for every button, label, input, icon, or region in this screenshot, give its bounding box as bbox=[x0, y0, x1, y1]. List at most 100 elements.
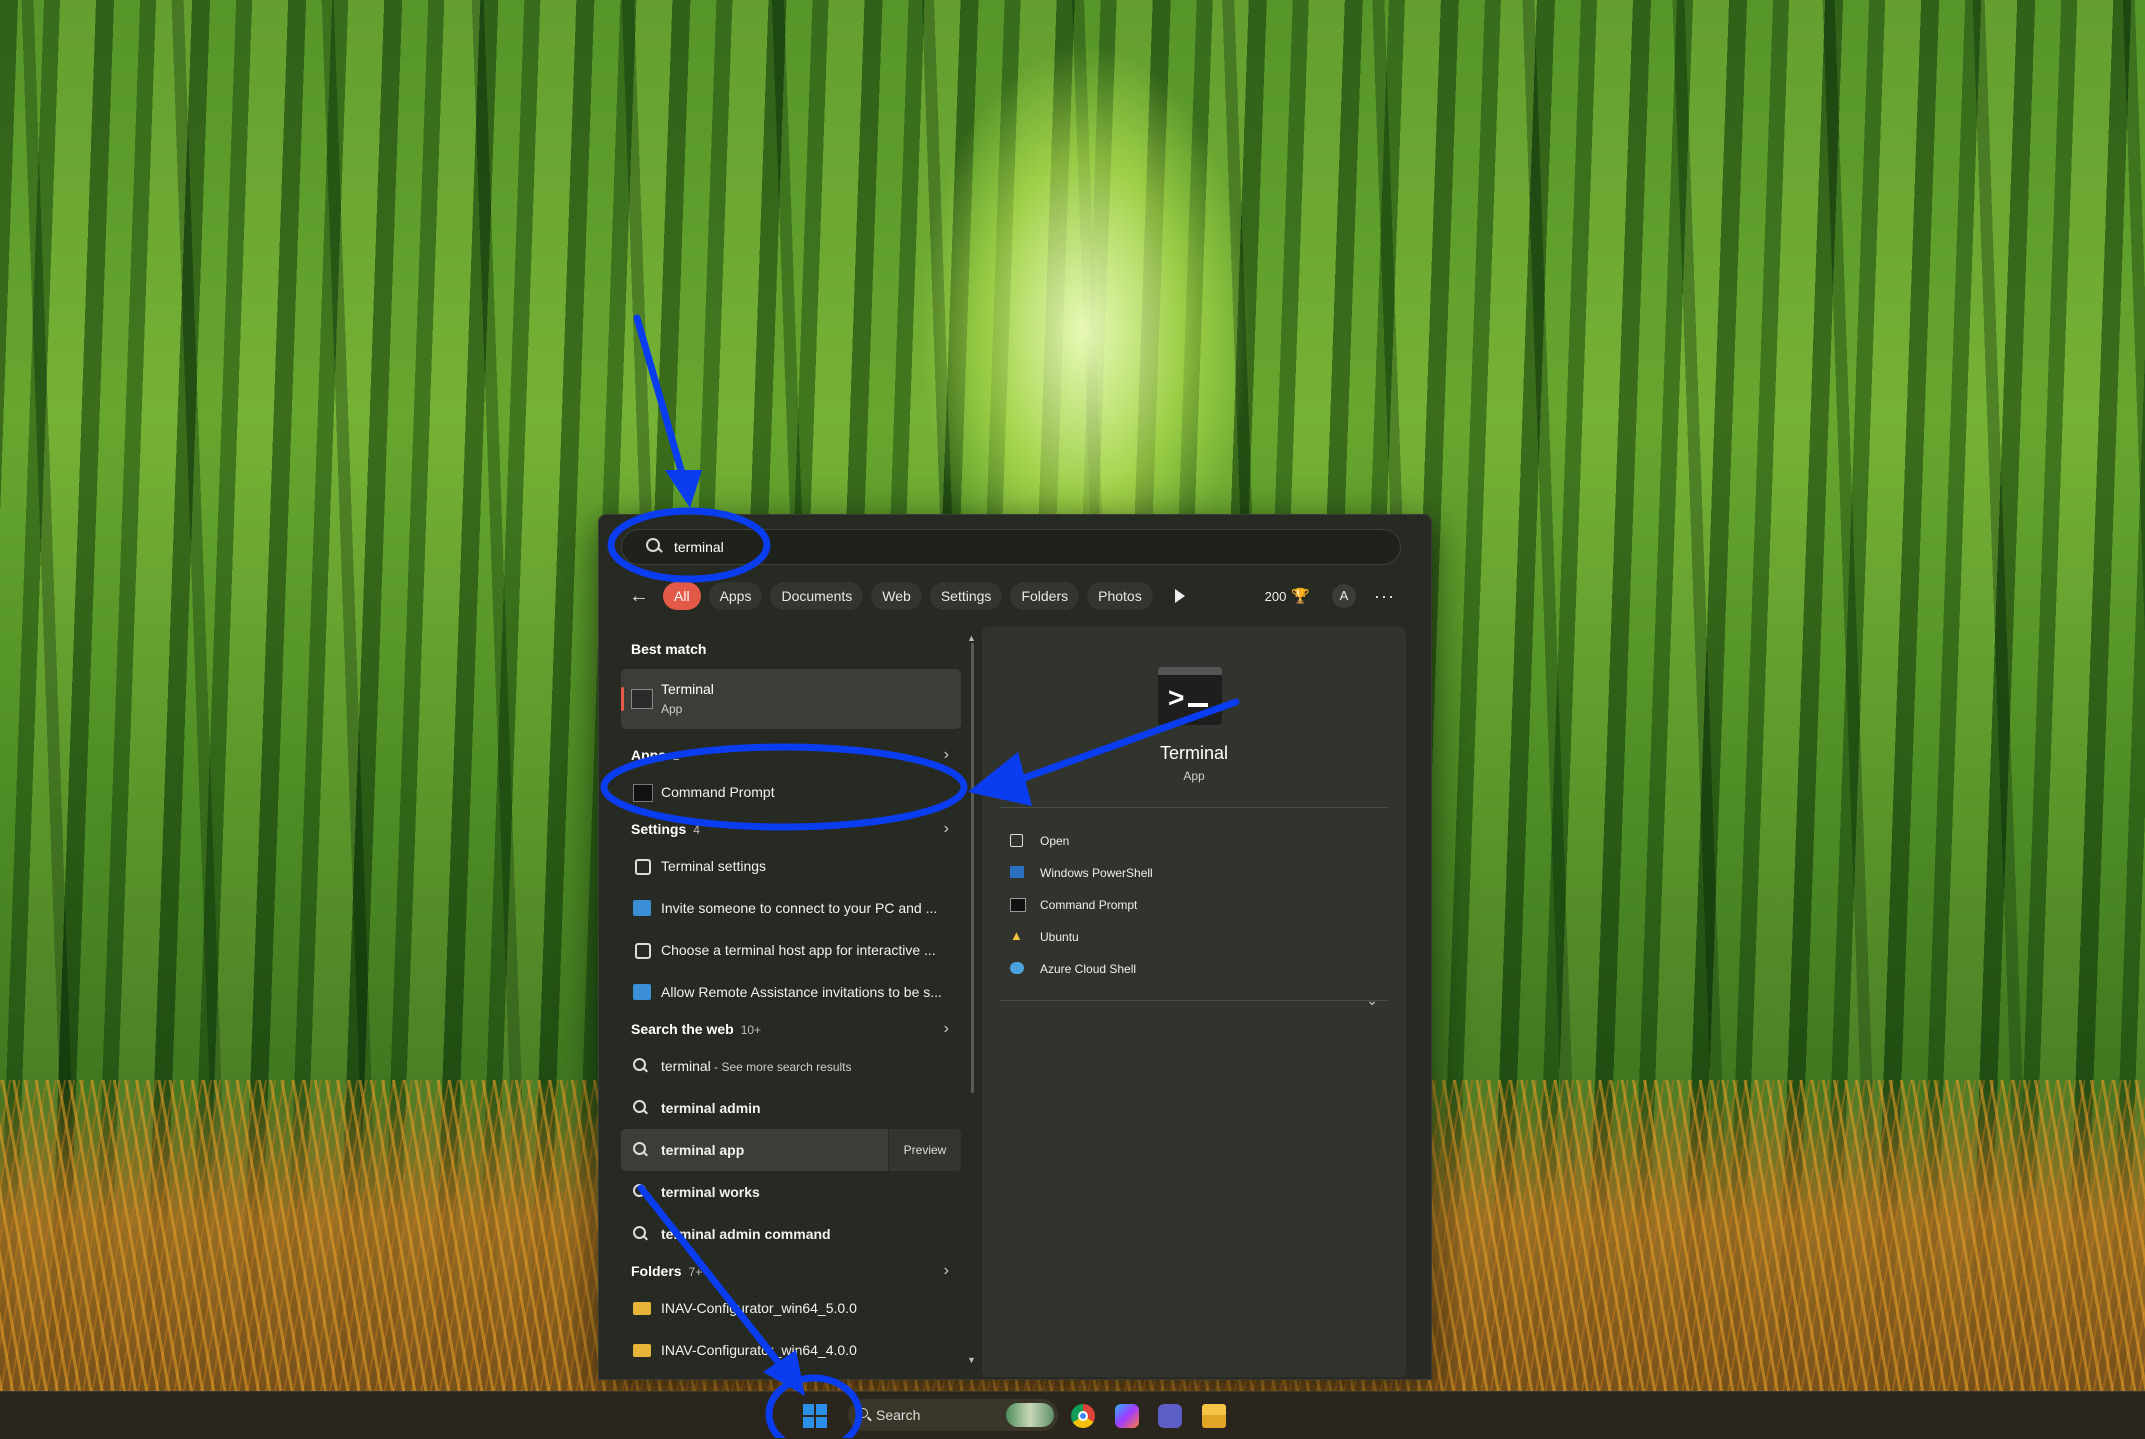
search-box[interactable] bbox=[621, 529, 1401, 565]
file-explorer-icon[interactable] bbox=[1202, 1404, 1226, 1428]
search-icon bbox=[633, 1226, 651, 1242]
best-match-title: Terminal bbox=[661, 681, 714, 697]
section-count: 4 bbox=[693, 823, 700, 837]
section-search-web[interactable]: Search the web 10+ › bbox=[621, 1013, 961, 1045]
action-command-prompt[interactable]: Command Prompt bbox=[1002, 889, 1382, 921]
detail-pane: > Terminal App Open Windows PowerShell C… bbox=[982, 627, 1406, 1377]
filter-apps[interactable]: Apps bbox=[708, 582, 763, 610]
detail-title: Terminal bbox=[1159, 743, 1229, 763]
divider bbox=[1000, 807, 1388, 808]
scroll-up-arrow-icon[interactable]: ▲ bbox=[967, 633, 976, 643]
folder-icon bbox=[633, 1344, 651, 1357]
action-label: Ubuntu bbox=[1040, 930, 1079, 944]
result-remote-assistance[interactable]: Allow Remote Assistance invitations to b… bbox=[621, 971, 961, 1013]
remote-monitor-icon bbox=[633, 984, 651, 1000]
results-scrollbar[interactable] bbox=[971, 643, 974, 1093]
web-hint: - See more search results bbox=[710, 1060, 852, 1074]
result-invite-connect[interactable]: Invite someone to connect to your PC and… bbox=[621, 887, 961, 929]
powershell-icon bbox=[1010, 866, 1024, 878]
search-flyout: ← All Apps Documents Web Settings Folder… bbox=[598, 514, 1432, 1380]
search-highlight-image bbox=[1006, 1403, 1054, 1427]
terminal-icon bbox=[631, 689, 653, 709]
chevron-down-icon[interactable]: ⌄ bbox=[1366, 992, 1378, 1009]
filter-bar: ← All Apps Documents Web Settings Folder… bbox=[629, 581, 1409, 611]
more-filters-play-icon[interactable] bbox=[1174, 589, 1185, 603]
web-result[interactable]: terminal admin command bbox=[621, 1213, 961, 1255]
filter-settings[interactable]: Settings bbox=[929, 582, 1003, 610]
back-arrow-icon[interactable]: ← bbox=[629, 586, 649, 606]
copilot-icon[interactable] bbox=[1115, 1404, 1139, 1428]
account-avatar[interactable]: A bbox=[1332, 584, 1357, 608]
remote-monitor-icon bbox=[633, 900, 651, 916]
teams-icon[interactable] bbox=[1158, 1404, 1182, 1428]
detail-subtitle: App bbox=[1183, 769, 1205, 783]
result-label: Command Prompt bbox=[661, 784, 775, 800]
start-button-windows-icon[interactable] bbox=[803, 1404, 827, 1428]
folder-result[interactable]: INAV-Configurator_win64_5.0.0 bbox=[621, 1287, 961, 1329]
chevron-right-icon: › bbox=[943, 746, 949, 763]
taskbar-search-label: Search bbox=[876, 1407, 921, 1423]
action-label: Windows PowerShell bbox=[1040, 866, 1153, 880]
filter-folders[interactable]: Folders bbox=[1010, 582, 1080, 610]
web-result[interactable]: terminal works bbox=[621, 1171, 961, 1213]
web-result[interactable]: terminal - See more search results bbox=[621, 1045, 961, 1087]
section-label: Best match bbox=[631, 641, 707, 657]
terminal-large-icon: > bbox=[1158, 667, 1222, 725]
web-query: terminal app bbox=[661, 1142, 745, 1158]
command-prompt-icon bbox=[633, 784, 653, 802]
action-ubuntu[interactable]: ▲ Ubuntu bbox=[1002, 921, 1382, 953]
search-icon bbox=[633, 1184, 651, 1200]
settings-icon bbox=[635, 943, 651, 959]
points-value: 200 bbox=[1264, 588, 1287, 604]
chevron-right-icon: › bbox=[943, 1020, 949, 1037]
result-terminal-settings[interactable]: Terminal settings bbox=[621, 845, 961, 887]
more-options-icon[interactable]: ··· bbox=[1374, 586, 1395, 607]
action-azure-cloud-shell[interactable]: Azure Cloud Shell bbox=[1002, 953, 1382, 985]
filter-documents[interactable]: Documents bbox=[770, 582, 864, 610]
action-open[interactable]: Open bbox=[1002, 825, 1382, 857]
section-best-match: Best match bbox=[621, 633, 961, 665]
result-command-prompt[interactable]: Command Prompt bbox=[621, 771, 961, 813]
result-label: Terminal settings bbox=[661, 858, 767, 874]
folder-result[interactable]: INAV-Configurator_win64_4.0.0 bbox=[621, 1329, 961, 1371]
taskbar: Search bbox=[0, 1391, 2145, 1439]
section-count: 10+ bbox=[740, 1023, 762, 1037]
web-query: terminal bbox=[661, 1058, 711, 1074]
chrome-icon[interactable] bbox=[1071, 1404, 1095, 1428]
search-input[interactable] bbox=[672, 538, 1276, 556]
cloud-shell-icon bbox=[1010, 962, 1024, 974]
taskbar-search[interactable]: Search bbox=[848, 1399, 1058, 1431]
chevron-right-icon: › bbox=[943, 820, 949, 837]
open-external-icon bbox=[1010, 834, 1023, 847]
scroll-down-arrow-icon[interactable]: ▼ bbox=[967, 1355, 976, 1365]
preview-button[interactable]: Preview bbox=[888, 1129, 961, 1171]
filter-web[interactable]: Web bbox=[871, 582, 922, 610]
section-count: 7+ bbox=[688, 1265, 703, 1279]
command-prompt-icon bbox=[1010, 898, 1026, 912]
best-match-terminal[interactable]: Terminal App bbox=[621, 669, 961, 729]
folder-icon bbox=[633, 1302, 651, 1315]
search-icon bbox=[633, 1142, 651, 1158]
section-count: 2 bbox=[673, 749, 680, 763]
linux-penguin-icon: ▲ bbox=[1010, 928, 1023, 943]
filter-all[interactable]: All bbox=[663, 582, 701, 610]
detail-actions: Open Windows PowerShell Command Prompt ▲… bbox=[1002, 825, 1382, 985]
search-icon bbox=[644, 537, 664, 557]
section-apps[interactable]: Apps 2 › bbox=[621, 739, 961, 771]
result-choose-terminal-host[interactable]: Choose a terminal host app for interacti… bbox=[621, 929, 961, 971]
web-result[interactable]: terminal admin bbox=[621, 1087, 961, 1129]
trophy-icon: 🏆 bbox=[1291, 588, 1311, 605]
result-label: INAV-Configurator_win64_5.0.0 bbox=[661, 1300, 857, 1316]
web-query: terminal works bbox=[661, 1184, 760, 1200]
web-query: terminal admin command bbox=[661, 1226, 831, 1242]
section-label: Folders bbox=[631, 1263, 682, 1279]
section-settings[interactable]: Settings 4 › bbox=[621, 813, 961, 845]
web-result-selected[interactable]: terminal app Preview bbox=[621, 1129, 961, 1171]
results-list: Best match Terminal App Apps 2 › Command P… bbox=[621, 633, 961, 1375]
action-powershell[interactable]: Windows PowerShell bbox=[1002, 857, 1382, 889]
section-label: Search the web bbox=[631, 1021, 734, 1037]
chevron-right-icon: › bbox=[943, 1262, 949, 1279]
section-folders[interactable]: Folders 7+ › bbox=[621, 1255, 961, 1287]
filter-photos[interactable]: Photos bbox=[1087, 582, 1153, 610]
rewards-points[interactable]: 200 🏆 bbox=[1265, 587, 1310, 605]
